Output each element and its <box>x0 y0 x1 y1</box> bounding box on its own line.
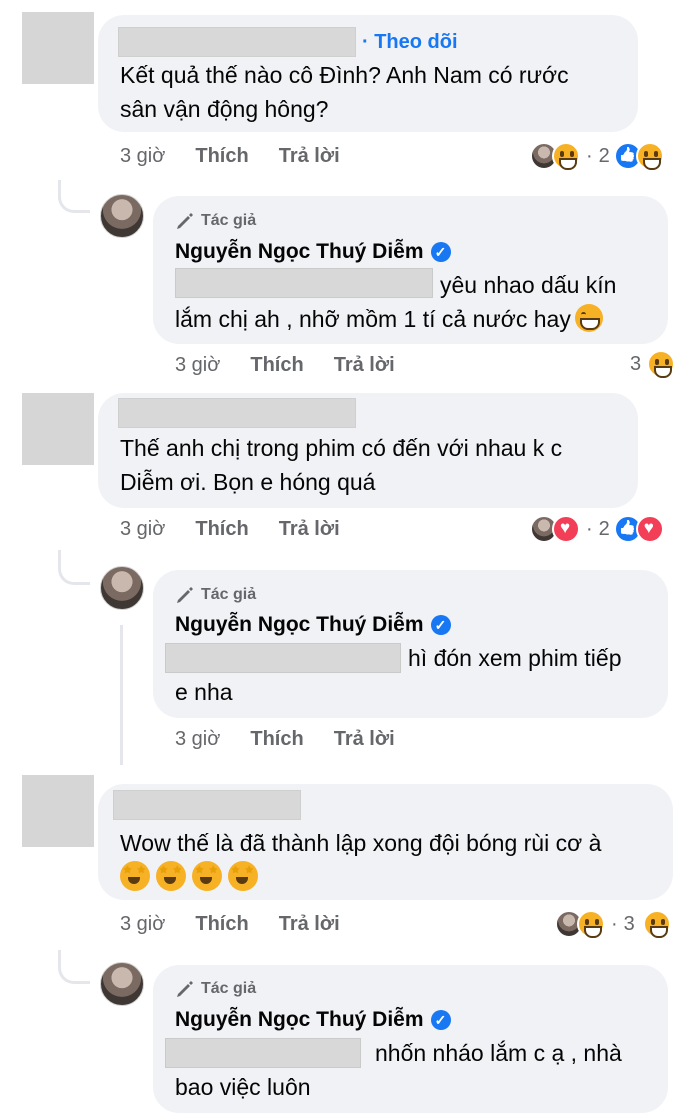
haha-reaction-icon <box>577 910 605 938</box>
author-badge-label: Tác giả <box>201 212 257 229</box>
author-name[interactable]: Nguyễn Ngọc Thuý Diễm ✓ <box>175 240 451 264</box>
haha-reaction-icon <box>647 350 676 378</box>
thread-line <box>120 625 123 765</box>
star-struck-emoji-icon <box>228 861 258 891</box>
mention-redacted[interactable] <box>165 1038 361 1068</box>
author-badge: Tác giả <box>175 211 256 231</box>
reaction-count: 2 <box>598 144 610 167</box>
author-badge: Tác giả <box>175 585 256 605</box>
haha-reaction-icon <box>552 142 580 170</box>
separator-dot: · <box>611 912 618 935</box>
reply-button[interactable]: Trả lời <box>279 913 340 936</box>
like-button[interactable]: Thích <box>195 913 248 936</box>
mention-redacted[interactable] <box>175 268 433 298</box>
pencil-icon <box>177 981 193 997</box>
timestamp[interactable]: 3 giờ <box>120 145 165 168</box>
like-button[interactable]: Thích <box>195 518 248 541</box>
author-name[interactable]: Nguyễn Ngọc Thuý Diễm ✓ <box>175 613 451 637</box>
author-name-label: Nguyễn Ngọc Thuý Diễm <box>175 1008 424 1031</box>
verified-badge-icon: ✓ <box>430 242 451 262</box>
star-struck-emoji-icon <box>120 861 150 891</box>
reaction-summary[interactable]: · 2 <box>530 142 664 170</box>
timestamp[interactable]: 3 giờ <box>120 518 165 541</box>
reaction-summary[interactable]: 3 <box>630 350 676 378</box>
mention-redacted[interactable] <box>165 643 401 673</box>
avatar[interactable] <box>22 393 94 465</box>
comment-actions: 3 giờ Thích Trả lời <box>120 913 370 936</box>
commenter-name-redacted[interactable] <box>113 790 301 820</box>
reaction-count: 2 <box>598 517 610 540</box>
comment-actions: 3 giờ Thích Trả lời <box>120 145 370 168</box>
thread-connector <box>58 563 90 585</box>
verified-badge-icon: ✓ <box>430 615 451 635</box>
comment-text: Thế anh chị trong phim có đến với nhau k… <box>120 435 563 461</box>
comment-text: Wow thế là đã thành lập xong đội bóng rù… <box>120 830 602 856</box>
thread-connector <box>58 193 90 213</box>
reply-button[interactable]: Trả lời <box>334 728 395 751</box>
reply-text: nhốn nháo lắm c ạ , nhà <box>375 1040 622 1066</box>
comment-text: sân vận động hông? <box>120 96 329 122</box>
reply-button[interactable]: Trả lời <box>279 145 340 168</box>
commenter-name-redacted[interactable] <box>118 27 356 57</box>
reply-button[interactable]: Trả lời <box>334 354 395 377</box>
reply-text: e nha <box>175 679 233 705</box>
reaction-count: 3 <box>630 352 642 375</box>
follow-button[interactable]: · Theo dõi <box>362 31 458 54</box>
pencil-icon <box>177 213 193 229</box>
timestamp[interactable]: 3 giờ <box>175 354 220 377</box>
like-button[interactable]: Thích <box>250 728 303 751</box>
separator-dot: · <box>586 144 593 167</box>
separator-dot: · <box>586 517 593 540</box>
grin-emoji-icon <box>574 304 603 332</box>
like-button[interactable]: Thích <box>195 145 248 168</box>
author-avatar[interactable] <box>100 962 144 1006</box>
commenter-name-redacted[interactable] <box>118 398 356 428</box>
like-button[interactable]: Thích <box>250 354 303 377</box>
reply-button[interactable]: Trả lời <box>279 518 340 541</box>
reaction-count: 3 <box>623 912 635 935</box>
verified-badge-icon: ✓ <box>430 1010 451 1030</box>
author-name[interactable]: Nguyễn Ngọc Thuý Diễm ✓ <box>175 1008 451 1032</box>
author-avatar[interactable] <box>100 566 144 610</box>
thread-connector <box>58 962 90 984</box>
reply-text: yêu nhao dấu kín <box>440 272 617 298</box>
author-name-label: Nguyễn Ngọc Thuý Diễm <box>175 613 424 636</box>
timestamp[interactable]: 3 giờ <box>120 913 165 936</box>
avatar[interactable] <box>22 775 94 847</box>
star-struck-emoji-icon <box>192 861 222 891</box>
haha-reaction-icon <box>642 910 671 938</box>
star-struck-emoji-icon <box>156 861 186 891</box>
haha-reaction-icon <box>635 142 664 170</box>
love-reaction-icon <box>635 515 664 543</box>
timestamp[interactable]: 3 giờ <box>175 728 220 751</box>
author-badge-label: Tác giả <box>201 586 257 603</box>
reply-actions: 3 giờ Thích Trả lời <box>175 354 425 377</box>
comment-actions: 3 giờ Thích Trả lời <box>120 518 370 541</box>
reply-text: hì đón xem phim tiếp <box>408 645 622 671</box>
reaction-summary[interactable]: · 3 <box>555 910 671 938</box>
pencil-icon <box>177 587 193 603</box>
comment-text: Diễm ơi. Bọn e hóng quá <box>120 469 376 495</box>
author-badge: Tác giả <box>175 979 256 999</box>
emoji-row <box>120 861 264 891</box>
reply-text: bao việc luôn <box>175 1074 311 1100</box>
comment-text: Kết quả thế nào cô Đình? Anh Nam có rước <box>120 62 569 88</box>
author-name-label: Nguyễn Ngọc Thuý Diễm <box>175 240 424 263</box>
love-reaction-icon <box>552 515 580 543</box>
author-avatar[interactable] <box>100 194 144 238</box>
reply-actions: 3 giờ Thích Trả lời <box>175 728 425 751</box>
avatar[interactable] <box>22 12 94 84</box>
reply-text: lắm chị ah , nhỡ mồm 1 tí cả nước hay <box>175 302 603 336</box>
reply-text-line: lắm chị ah , nhỡ mồm 1 tí cả nước hay <box>175 306 571 332</box>
thread-line <box>58 550 61 565</box>
author-badge-label: Tác giả <box>201 980 257 997</box>
reaction-summary[interactable]: · 2 <box>530 515 664 543</box>
